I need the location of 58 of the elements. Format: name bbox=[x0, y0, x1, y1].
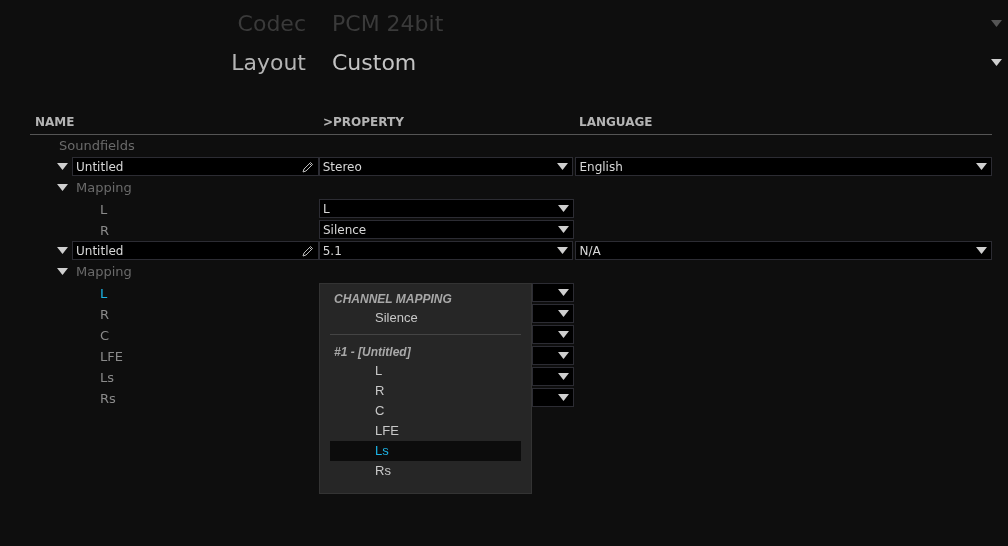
caret-icon[interactable] bbox=[558, 352, 569, 359]
channel-dropdown[interactable] bbox=[532, 304, 574, 323]
caret-icon[interactable] bbox=[558, 205, 569, 212]
section-label: Soundfields bbox=[59, 136, 135, 155]
expand-caret-icon[interactable] bbox=[57, 247, 68, 254]
caret-icon[interactable] bbox=[558, 289, 569, 296]
expand-caret-icon[interactable] bbox=[57, 268, 68, 275]
column-header: NAME bbox=[34, 114, 76, 131]
caret-icon[interactable] bbox=[558, 331, 569, 338]
caret-icon[interactable] bbox=[557, 163, 569, 170]
language-dropdown[interactable]: N/A bbox=[575, 241, 992, 260]
menu-item[interactable]: C bbox=[330, 401, 521, 421]
channel-dropdown[interactable]: Silence bbox=[319, 220, 574, 239]
caret-icon[interactable] bbox=[976, 163, 987, 170]
caret-icon[interactable] bbox=[976, 247, 987, 254]
channel-dropdown[interactable] bbox=[532, 283, 574, 302]
mapping-label: Mapping bbox=[76, 178, 132, 197]
mapping-label: Mapping bbox=[76, 262, 132, 281]
caret-icon[interactable] bbox=[557, 247, 569, 254]
menu-item[interactable]: Rs bbox=[330, 461, 521, 481]
caret-icon[interactable] bbox=[558, 226, 569, 233]
menu-item[interactable]: Ls bbox=[330, 441, 521, 461]
menu-item[interactable]: L bbox=[330, 361, 521, 381]
channel-label[interactable]: LFE bbox=[100, 348, 123, 364]
channel-label[interactable]: L bbox=[100, 285, 108, 301]
select-field[interactable]: Custom bbox=[332, 45, 1002, 79]
menu-heading: CHANNEL MAPPING bbox=[333, 291, 453, 308]
caret-icon[interactable] bbox=[558, 310, 569, 317]
property-dropdown[interactable]: Stereo bbox=[318, 157, 574, 176]
channel-label[interactable]: Rs bbox=[100, 390, 116, 406]
name-field[interactable]: Untitled bbox=[72, 241, 319, 260]
caret-icon[interactable] bbox=[991, 58, 1002, 66]
channel-label[interactable]: R bbox=[100, 306, 110, 322]
menu-item[interactable]: LFE bbox=[330, 421, 521, 441]
pencil-icon[interactable] bbox=[301, 244, 314, 257]
channel-label[interactable]: L bbox=[100, 201, 108, 217]
channel-label[interactable]: Ls bbox=[100, 369, 114, 385]
name-field[interactable]: Untitled bbox=[72, 157, 319, 176]
column-header: >PROPERTY bbox=[322, 114, 405, 131]
menu-item[interactable]: Silence bbox=[330, 308, 521, 328]
channel-dropdown[interactable] bbox=[532, 388, 574, 407]
pencil-icon[interactable] bbox=[301, 160, 314, 173]
property-dropdown[interactable]: 5.1 bbox=[318, 241, 574, 260]
column-header: LANGUAGE bbox=[578, 114, 653, 131]
channel-label[interactable]: C bbox=[100, 327, 110, 343]
channel-dropdown[interactable] bbox=[532, 325, 574, 344]
language-dropdown[interactable]: English bbox=[575, 157, 992, 176]
caret-icon[interactable] bbox=[558, 373, 569, 380]
caret-icon[interactable] bbox=[558, 394, 569, 401]
channel-dropdown[interactable]: L bbox=[319, 199, 574, 218]
menu-heading: #1 - [Untitled] bbox=[333, 344, 412, 361]
channel-dropdown[interactable] bbox=[532, 346, 574, 365]
channel-dropdown[interactable] bbox=[532, 367, 574, 386]
expand-caret-icon[interactable] bbox=[57, 163, 68, 170]
field-label: Layout bbox=[230, 48, 306, 77]
expand-caret-icon[interactable] bbox=[57, 184, 68, 191]
channel-label[interactable]: R bbox=[100, 222, 110, 238]
menu-item[interactable]: R bbox=[330, 381, 521, 401]
